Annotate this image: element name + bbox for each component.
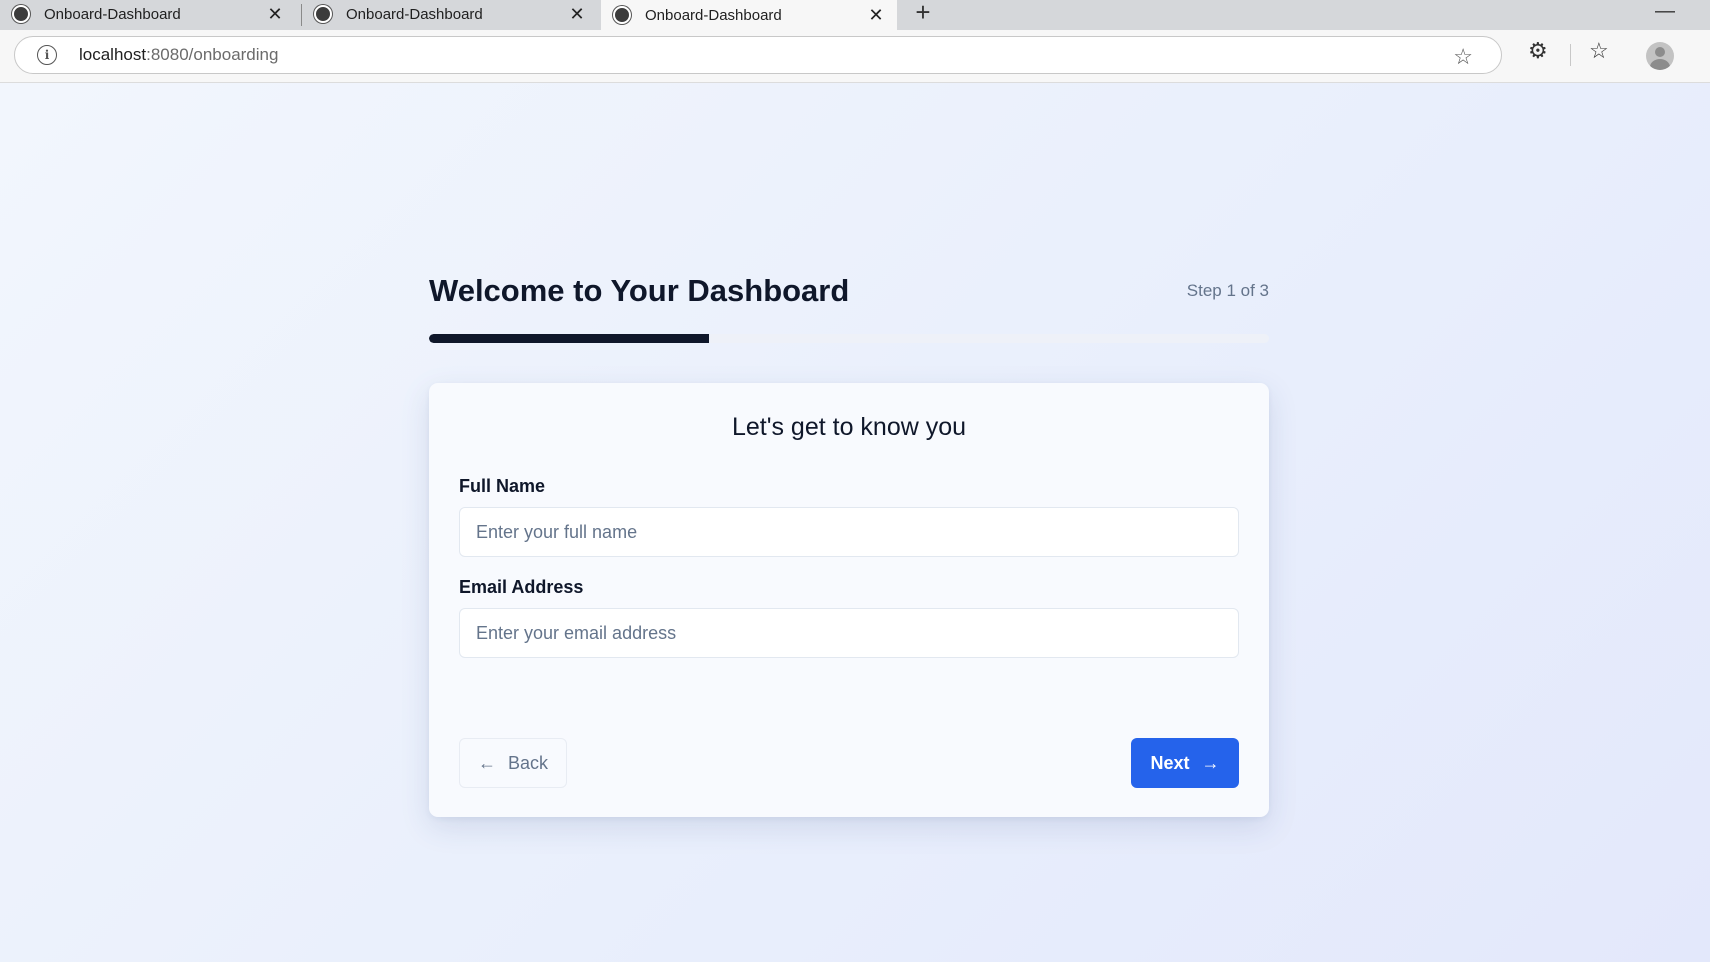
tab-title: Onboard-Dashboard xyxy=(44,5,181,23)
back-button-label: Back xyxy=(507,752,549,773)
site-favicon-icon xyxy=(314,5,332,23)
page-title: Welcome to Your Dashboard xyxy=(429,273,850,308)
onboarding-card: Let's get to know you Full Name Email Ad… xyxy=(429,383,1269,817)
browser-tab-3-active[interactable]: Onboard-Dashboard ✕ xyxy=(601,0,897,30)
full-name-input[interactable] xyxy=(459,507,1239,557)
url-path: :8080/onboarding xyxy=(146,45,279,64)
site-favicon-icon xyxy=(613,6,631,24)
star-icon[interactable]: ☆ xyxy=(1453,44,1473,70)
email-input[interactable] xyxy=(459,608,1239,658)
address-bar[interactable]: i localhost:8080/onboarding ☆ xyxy=(14,36,1502,74)
full-name-label: Full Name xyxy=(459,476,546,496)
new-tab-icon[interactable]: + xyxy=(911,0,935,28)
email-label: Email Address xyxy=(459,577,584,597)
url-host: localhost xyxy=(79,45,147,64)
back-button[interactable]: ← Back xyxy=(459,738,567,788)
arrow-left-icon: ← xyxy=(477,752,496,773)
favorites-icon[interactable]: ☆ xyxy=(1589,38,1609,64)
profile-avatar[interactable] xyxy=(1646,42,1674,70)
tab-title: Onboard-Dashboard xyxy=(346,5,483,23)
url-text[interactable]: localhost:8080/onboarding xyxy=(79,45,278,65)
site-favicon-icon xyxy=(12,5,30,23)
toolbar-divider xyxy=(1570,44,1571,66)
next-button-label: Next xyxy=(1150,752,1190,773)
onboarding-page: Welcome to Your Dashboard Step 1 of 3 Le… xyxy=(0,83,1710,962)
browser-tab-1[interactable]: Onboard-Dashboard ✕ xyxy=(0,0,296,28)
step-indicator: Step 1 of 3 xyxy=(1186,281,1269,300)
close-icon[interactable]: ✕ xyxy=(568,4,586,25)
minimize-icon[interactable]: — xyxy=(1655,0,1675,23)
browser-toolbar: i localhost:8080/onboarding ☆ xyxy=(0,30,1710,83)
extensions-icon[interactable]: ⚙ xyxy=(1528,38,1548,64)
tab-strip: Onboard-Dashboard ✕ Onboard-Dashboard ✕ … xyxy=(0,0,1710,30)
progress-bar xyxy=(429,334,1269,343)
onboarding-header: Welcome to Your Dashboard Step 1 of 3 xyxy=(429,273,1269,313)
next-button[interactable]: Next → xyxy=(1131,738,1239,788)
progress-fill xyxy=(429,334,709,343)
arrow-right-icon: → xyxy=(1201,752,1220,773)
browser-tab-2[interactable]: Onboard-Dashboard ✕ xyxy=(302,0,598,28)
close-icon[interactable]: ✕ xyxy=(867,5,885,26)
card-heading: Let's get to know you xyxy=(731,413,967,441)
close-icon[interactable]: ✕ xyxy=(266,4,284,25)
info-icon[interactable]: i xyxy=(37,45,57,65)
tab-title: Onboard-Dashboard xyxy=(645,6,782,24)
